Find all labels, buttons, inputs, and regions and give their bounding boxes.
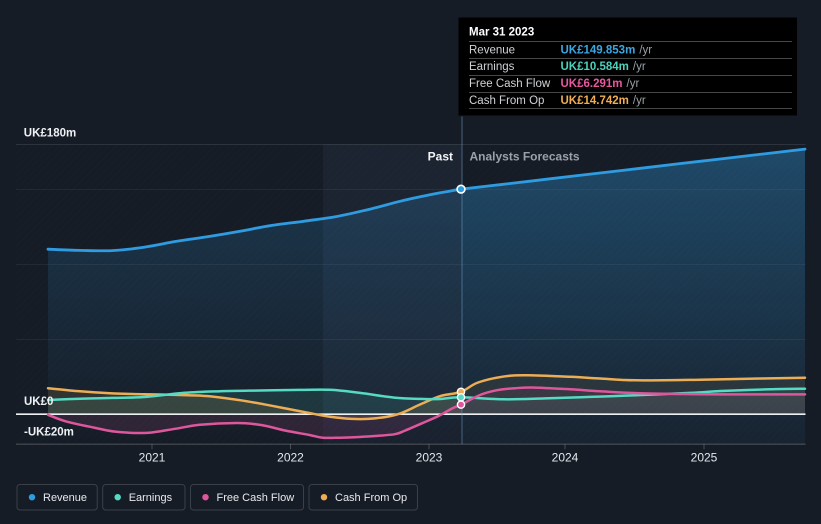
svg-text:UK£14.742m/yr: UK£14.742m/yr [561, 95, 646, 107]
svg-text:Mar 31 2023: Mar 31 2023 [469, 27, 534, 39]
svg-text:-UK£20m: -UK£20m [24, 427, 74, 439]
svg-text:UK£149.853m/yr: UK£149.853m/yr [561, 44, 653, 56]
svg-text:2025: 2025 [691, 451, 718, 465]
svg-text:2022: 2022 [277, 451, 304, 465]
svg-text:UK£0: UK£0 [24, 396, 53, 408]
svg-text:UK£6.291m/yr: UK£6.291m/yr [561, 78, 640, 90]
svg-text:Earnings: Earnings [469, 61, 515, 73]
svg-text:Earnings: Earnings [129, 492, 173, 504]
svg-text:UK£180m: UK£180m [24, 128, 76, 140]
svg-text:Revenue: Revenue [43, 492, 87, 504]
svg-text:2021: 2021 [139, 451, 166, 465]
svg-text:Cash From Op: Cash From Op [335, 492, 407, 504]
svg-text:UK£10.584m/yr: UK£10.584m/yr [561, 61, 646, 73]
svg-text:Free Cash Flow: Free Cash Flow [469, 78, 551, 90]
svg-text:Free Cash Flow: Free Cash Flow [217, 492, 295, 504]
svg-text:2023: 2023 [416, 451, 443, 465]
svg-text:Revenue: Revenue [469, 44, 515, 56]
svg-text:Cash From Op: Cash From Op [469, 95, 544, 107]
svg-text:Analysts Forecasts: Analysts Forecasts [470, 150, 580, 164]
svg-text:Past: Past [428, 150, 453, 164]
svg-text:2024: 2024 [552, 451, 579, 465]
